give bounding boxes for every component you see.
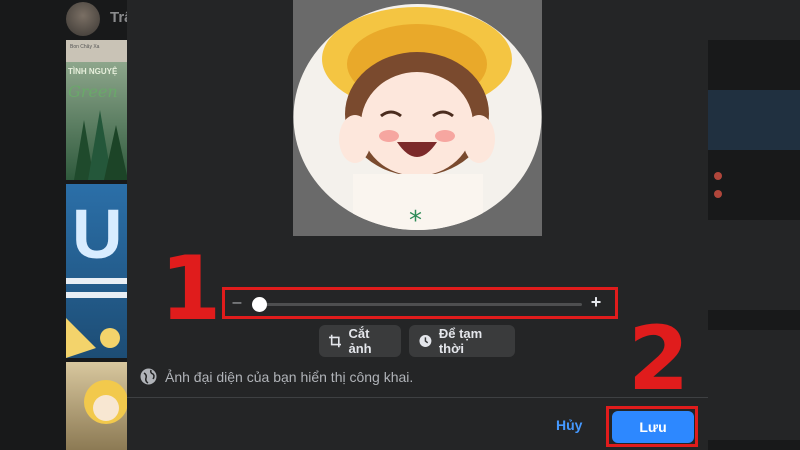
stripes-image <box>66 278 128 358</box>
globe-icon <box>140 368 157 385</box>
sunflower-image <box>84 380 128 424</box>
clock-icon <box>419 335 432 347</box>
crop-button-label: Cắt ảnh <box>348 326 372 356</box>
avatar[interactable] <box>66 2 100 36</box>
step-number-1: 1 <box>160 237 222 340</box>
crop-icon <box>329 334 342 348</box>
thumbnail-title: TÌNH NGUYỆ <box>68 67 118 76</box>
right-column <box>708 0 800 450</box>
highlight-box-save <box>606 406 698 447</box>
profile-photo[interactable]: * <box>293 4 542 230</box>
trees-image <box>74 110 128 180</box>
footer-divider <box>127 397 708 398</box>
thumbnail-letter: U <box>72 195 123 273</box>
photo-thumbnail[interactable]: U <box>66 184 128 358</box>
cancel-button[interactable]: Hủy <box>556 417 582 433</box>
photo-preview[interactable]: * <box>293 0 542 236</box>
photo-thumbnail[interactable]: Bon Chây Xa TÌNH NGUYỆ Green <box>66 40 128 180</box>
svg-text:*: * <box>409 206 422 230</box>
crop-button[interactable]: Cắt ảnh <box>319 325 401 357</box>
make-temporary-button[interactable]: Để tạm thời <box>409 325 515 357</box>
step-number-2: 2 <box>628 307 690 410</box>
highlight-box-slider <box>222 287 618 319</box>
thumbnail-word: Green <box>68 82 118 101</box>
thumbnail-caption: Bon Chây Xa <box>70 44 100 50</box>
public-visibility-note: Ảnh đại diện của bạn hiển thị công khai. <box>140 368 413 385</box>
public-note-text: Ảnh đại diện của bạn hiển thị công khai. <box>165 368 414 385</box>
make-temporary-label: Để tạm thời <box>438 326 483 356</box>
photo-thumbnail[interactable] <box>66 362 128 450</box>
